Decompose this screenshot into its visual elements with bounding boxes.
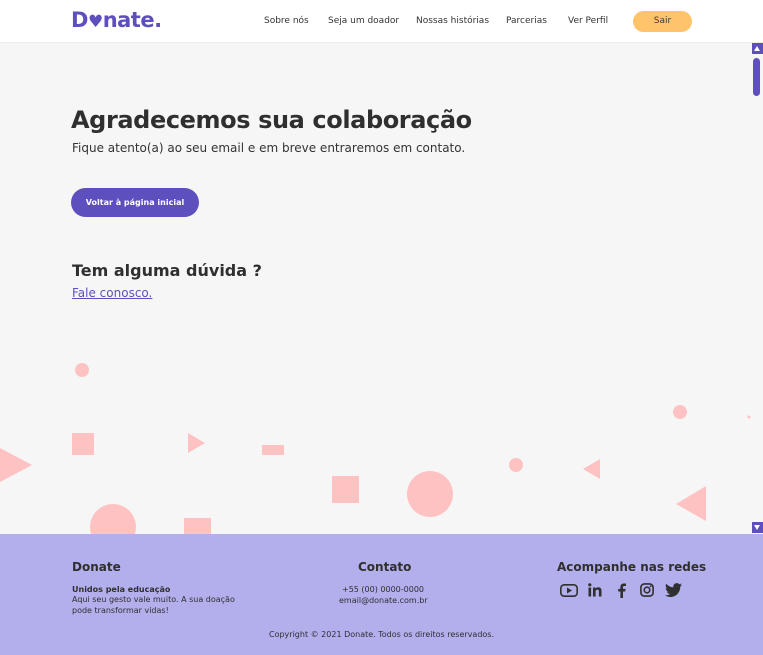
decor-circle bbox=[90, 504, 136, 534]
linkedin-icon[interactable] bbox=[585, 582, 605, 598]
decor-rectangle bbox=[184, 518, 211, 534]
nav-link-sobre-nos[interactable]: Sobre nós bbox=[264, 16, 309, 26]
footer-social-title: Acompanhe nas redes bbox=[557, 560, 707, 574]
page-title: Agradecemos sua colaboração bbox=[71, 106, 472, 134]
scroll-down-icon[interactable] bbox=[752, 522, 763, 533]
decor-square bbox=[72, 433, 94, 455]
decor-circle bbox=[407, 471, 453, 517]
footer: Donate Unidos pela educação Aqui seu ges… bbox=[0, 534, 763, 655]
contact-us-link[interactable]: Fale conosco. bbox=[72, 286, 152, 300]
decor-circle bbox=[75, 363, 89, 377]
footer-contact-title: Contato bbox=[358, 560, 412, 574]
back-to-home-button[interactable]: Voltar à página inicial bbox=[71, 188, 199, 217]
decor-triangle bbox=[188, 433, 205, 453]
social-links bbox=[559, 582, 689, 598]
instagram-icon[interactable] bbox=[637, 582, 657, 598]
decorative-shapes bbox=[0, 363, 751, 534]
facebook-icon[interactable] bbox=[611, 582, 631, 598]
nav-link-seja-um-doador[interactable]: Seja um doador bbox=[328, 16, 399, 26]
heart-icon: ♥ bbox=[87, 12, 103, 32]
nav-link-parcerias[interactable]: Parcerias bbox=[506, 16, 547, 26]
vertical-scrollbar[interactable] bbox=[751, 43, 763, 534]
decor-triangle bbox=[583, 459, 600, 479]
footer-about-text-line1: Aqui seu gesto vale muito. A sua doação bbox=[72, 595, 235, 604]
logout-button[interactable]: Sair bbox=[633, 11, 692, 32]
scroll-up-icon[interactable] bbox=[752, 43, 763, 54]
decor-triangle bbox=[676, 486, 706, 521]
footer-about-text-line2: pode transformar vidas! bbox=[72, 606, 169, 615]
decor-rectangle bbox=[262, 445, 284, 455]
nav-link-nossas-historias[interactable]: Nossas histórias bbox=[416, 16, 489, 26]
twitter-icon[interactable] bbox=[663, 582, 683, 598]
donate-logo[interactable]: D♥nate. bbox=[71, 8, 162, 32]
decor-triangle bbox=[0, 448, 32, 482]
decor-circle bbox=[509, 458, 523, 472]
footer-tagline: Unidos pela educação bbox=[72, 585, 171, 594]
top-navbar: D♥nate. Sobre nós Seja um doador Nossas … bbox=[0, 0, 763, 43]
youtube-icon[interactable] bbox=[559, 582, 579, 598]
page-subtitle: Fique atento(a) ao seu email e em breve … bbox=[72, 141, 466, 155]
decor-circle bbox=[747, 415, 751, 419]
scrollbar-thumb[interactable] bbox=[753, 58, 760, 96]
copyright-text: Copyright © 2021 Donate. Todos os direit… bbox=[269, 630, 494, 639]
nav-link-ver-perfil[interactable]: Ver Perfil bbox=[568, 16, 608, 26]
decor-square bbox=[332, 476, 359, 503]
footer-about-title: Donate bbox=[72, 560, 121, 574]
footer-phone: +55 (00) 0000-0000 bbox=[342, 585, 424, 594]
decor-circle bbox=[673, 405, 687, 419]
question-heading: Tem alguma dúvida ? bbox=[72, 261, 262, 280]
footer-email[interactable]: email@donate.com.br bbox=[339, 596, 428, 605]
